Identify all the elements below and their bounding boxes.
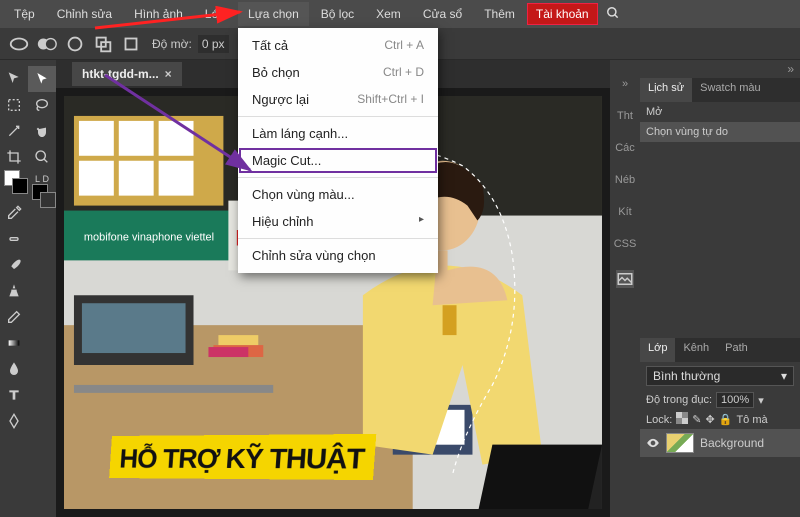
chevron-down-icon[interactable]: ▾ — [758, 394, 764, 407]
menu-filter[interactable]: Bộ lọc — [311, 2, 364, 26]
selection-mode-add-icon[interactable] — [36, 33, 58, 55]
pointer-tool-icon[interactable] — [28, 66, 56, 92]
image-icon[interactable] — [616, 270, 634, 288]
lasso-tool-icon[interactable] — [28, 92, 56, 118]
toolbox-left — [0, 60, 28, 517]
layer-name[interactable]: Background — [700, 436, 764, 450]
lock-transparent-icon[interactable] — [676, 412, 688, 427]
feather-label: Độ mờ: — [152, 37, 192, 51]
selection-mode-sub-icon[interactable] — [64, 33, 86, 55]
menu-separator — [238, 238, 438, 239]
blend-mode-value: Bình thường — [653, 369, 720, 383]
color-swatches[interactable] — [0, 170, 28, 200]
mini-panel-item[interactable]: Các — [615, 142, 635, 154]
layer-thumbnail — [666, 433, 694, 453]
type-tool-icon[interactable] — [0, 382, 28, 408]
history-list: Mở — [640, 102, 800, 122]
hand-tool-icon[interactable] — [28, 118, 56, 144]
selection-ellipse-icon[interactable] — [8, 33, 30, 55]
history-item[interactable]: Mở — [646, 106, 794, 118]
clone-tool-icon[interactable] — [0, 278, 28, 304]
right-mini-panel: » Tht Các Néb Kít CSS — [610, 60, 640, 517]
gradient-tool-icon[interactable] — [0, 330, 28, 356]
chevron-down-icon: ▾ — [781, 369, 787, 383]
expand-panels-icon[interactable]: » — [622, 78, 628, 90]
eyedropper-tool-icon[interactable] — [0, 200, 28, 226]
tab-history[interactable]: Lịch sử — [640, 78, 692, 102]
visibility-icon[interactable] — [646, 436, 660, 450]
history-item-active[interactable]: Chọn vùng tự do — [640, 122, 800, 142]
layer-item[interactable]: Background — [640, 429, 800, 457]
annotation-arrow-red — [90, 6, 260, 36]
right-panel: » Lịch sử Swatch màu Mở Chọn vùng tự do … — [640, 60, 800, 517]
mini-panel-item[interactable]: Kít — [618, 206, 631, 218]
toolbox-ld-label: L D — [28, 174, 56, 184]
feather-value[interactable]: 0 px — [198, 35, 229, 53]
heal-tool-icon[interactable] — [0, 226, 28, 252]
menu-item-transform-selection[interactable]: Chỉnh sửa vùng chọn — [238, 242, 438, 269]
opacity-label: Độ trong đục: — [646, 394, 712, 406]
layers-panel-tabs: Lớp Kênh Path — [640, 338, 800, 362]
lock-brush-icon[interactable]: ✎ — [692, 413, 701, 426]
brush-tool-icon[interactable] — [0, 252, 28, 278]
menu-more[interactable]: Thêm — [474, 2, 525, 26]
search-icon[interactable] — [600, 6, 626, 23]
menu-item-modify[interactable]: Hiệu chỉnh — [238, 208, 438, 235]
toolbox-secondary: L D — [28, 60, 56, 517]
blur-tool-icon[interactable] — [0, 356, 28, 382]
tab-paths[interactable]: Path — [717, 338, 756, 362]
menu-window[interactable]: Cửa sổ — [413, 2, 472, 26]
eraser-tool-icon[interactable] — [0, 304, 28, 330]
blend-mode-select[interactable]: Bình thường ▾ — [646, 366, 794, 386]
mini-panel-item[interactable]: Néb — [615, 174, 635, 186]
menu-account[interactable]: Tài khoản — [527, 3, 598, 25]
svg-text:mobifone vinaphone viettel: mobifone vinaphone viettel — [84, 231, 214, 243]
menu-item-color-range[interactable]: Chọn vùng màu... — [238, 181, 438, 208]
bg-swatch-2[interactable] — [40, 192, 56, 208]
crop-tool-icon[interactable] — [0, 144, 28, 170]
zoom-tool-icon[interactable] — [28, 144, 56, 170]
pen-tool-icon[interactable] — [0, 408, 28, 434]
lock-move-icon[interactable]: ✥ — [706, 413, 715, 426]
tab-swatches[interactable]: Swatch màu — [692, 78, 769, 102]
background-swatch[interactable] — [12, 178, 28, 194]
move-tool-collapsed-icon[interactable] — [0, 66, 28, 92]
annotation-arrow-purple — [100, 70, 270, 180]
photo-sign-text: HỖ TRỢ KỸ THUẬT — [109, 434, 377, 480]
menu-file[interactable]: Tệp — [4, 2, 45, 26]
fill-label: Tô mà — [736, 414, 767, 426]
collapse-panels-icon[interactable]: » — [640, 60, 800, 78]
mini-panel-item[interactable]: Tht — [617, 110, 633, 122]
wand-tool-icon[interactable] — [0, 118, 28, 144]
menu-view[interactable]: Xem — [366, 2, 411, 26]
lock-all-icon[interactable]: 🔒 — [719, 413, 733, 426]
menu-item-select-all[interactable]: Tất cảCtrl + A — [238, 32, 438, 59]
color-swatches-secondary[interactable] — [28, 184, 56, 214]
tab-channels[interactable]: Kênh — [675, 338, 717, 362]
history-panel-tabs: Lịch sử Swatch màu — [640, 78, 800, 102]
mini-panel-item[interactable]: CSS — [614, 238, 637, 250]
opacity-value[interactable]: 100% — [716, 392, 754, 408]
marquee-tool-icon[interactable] — [0, 92, 28, 118]
tab-layers[interactable]: Lớp — [640, 338, 675, 362]
lock-label: Lock: — [646, 414, 672, 426]
